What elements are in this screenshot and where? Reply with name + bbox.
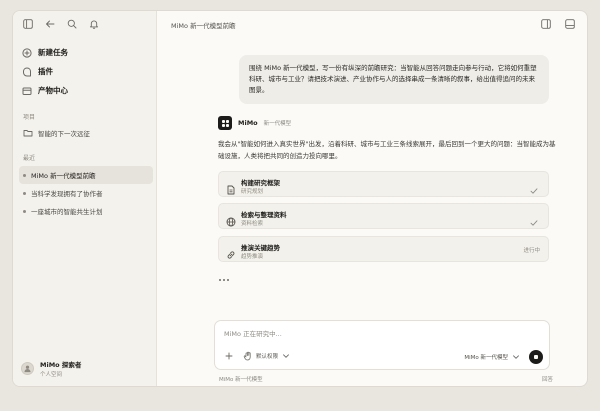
mimo-logo-icon: [218, 116, 232, 130]
recent-label: 最近: [23, 155, 36, 162]
composer-options: 默认权限: [224, 351, 291, 361]
project-item-label: 智能的下一次远征: [38, 130, 90, 138]
step-status: 进行中: [523, 248, 540, 254]
agent-name: MiMo: [238, 119, 258, 127]
user-icon: [24, 365, 31, 373]
hand-icon: [243, 351, 253, 361]
agent-model: 新一代模型: [263, 121, 292, 127]
model-label: MiMo 新一代模型: [464, 355, 508, 361]
nav-new-task-label: 新建任务: [38, 48, 68, 57]
projects-label: 项目: [23, 114, 36, 121]
footer-right: 回答: [541, 377, 553, 383]
side-panel-icon[interactable]: [541, 19, 551, 29]
sidebar: 新建任务 插件 产物中心 项目 智能的下一次远征 最近 MiMo 新一代模型前瞻…: [13, 11, 157, 386]
user-role: 个人空间: [40, 372, 63, 378]
footer-model: MiMo 新一代模型: [219, 377, 263, 383]
new-task-icon: [22, 47, 32, 58]
agent-header: MiMo 新一代模型: [218, 116, 291, 130]
check-icon: [530, 212, 538, 226]
check-icon: [530, 180, 538, 194]
typing-indicator: [219, 279, 229, 281]
recent-item-label: 一座城市的智能共生计划: [31, 208, 103, 216]
recent-item-label: 当科学发现拥有了协作者: [31, 190, 103, 198]
app-window: 新建任务 插件 产物中心 项目 智能的下一次远征 最近 MiMo 新一代模型前瞻…: [12, 10, 588, 387]
permission-selector[interactable]: 默认权限: [243, 351, 291, 361]
user-message: 围绕 MiMo 新一代模型，写一份有纵深的前瞻研究：当智能从回答问题走向参与行动…: [239, 55, 549, 104]
main-panel: MiMo 新一代模型前瞻 围绕 MiMo 新一代模型，写一份有纵深的前瞻研究：当…: [157, 11, 587, 386]
step-subtitle: 研究规划: [241, 189, 264, 195]
nav-plugins[interactable]: 插件: [22, 62, 150, 81]
step-card[interactable]: 推演关键趋势 趋势推演 进行中: [218, 236, 549, 262]
artifact-icon: [22, 86, 32, 96]
bottom-panel-icon[interactable]: [565, 19, 575, 29]
bullet-icon: [23, 209, 26, 213]
plugin-icon: [22, 67, 32, 77]
stop-icon: [534, 355, 538, 359]
project-item[interactable]: 智能的下一次远征: [23, 128, 90, 138]
plus-icon[interactable]: [224, 351, 234, 361]
step-title: 构建研究框架: [241, 179, 280, 187]
recent-item-label: MiMo 新一代模型前瞻: [31, 172, 96, 180]
sidebar-toggle-icon[interactable]: [23, 19, 33, 29]
bullet-icon: [23, 173, 26, 177]
folder-icon: [23, 128, 33, 138]
recent-item[interactable]: 当科学发现拥有了协作者: [19, 184, 153, 202]
composer-actions: MiMo 新一代模型: [464, 350, 543, 364]
step-title: 推演关键趋势: [241, 244, 280, 252]
nav-new-task[interactable]: 新建任务: [22, 43, 150, 62]
link-icon: [226, 245, 236, 259]
step-subtitle: 资料检索: [241, 221, 264, 227]
agent-reply: 我会从"智能如何进入真实世界"出发，沿着科研、城市与工业三条线索展开，最后回到一…: [218, 140, 556, 160]
step-card[interactable]: 检索与整理资料 资料检索: [218, 203, 549, 229]
topbar-actions: [541, 19, 575, 29]
conversation-title: MiMo 新一代模型前瞻: [171, 22, 236, 30]
avatar: [21, 362, 34, 375]
sidebar-nav: 新建任务 插件 产物中心: [22, 43, 150, 100]
step-subtitle: 趋势推演: [241, 254, 264, 260]
user-name: MiMo 探索者: [40, 361, 82, 369]
recent-item[interactable]: MiMo 新一代模型前瞻: [19, 166, 153, 184]
globe-icon: [226, 212, 236, 227]
recent-item[interactable]: 一座城市的智能共生计划: [19, 202, 153, 220]
permission-label: 默认权限: [256, 354, 279, 360]
nav-artifacts-label: 产物中心: [38, 86, 68, 95]
step-title: 检索与整理资料: [241, 211, 287, 219]
composer: 默认权限 MiMo 新一代模型: [214, 320, 550, 370]
chevron-down-icon: [511, 352, 521, 362]
sidebar-toolbar: [23, 19, 99, 29]
user-profile[interactable]: MiMo 探索者 个人空间: [21, 359, 81, 378]
back-arrow-icon[interactable]: [45, 19, 55, 29]
chevron-down-icon: [281, 351, 291, 361]
document-icon: [226, 180, 236, 195]
stop-button[interactable]: [529, 350, 543, 364]
nav-artifacts[interactable]: 产物中心: [22, 81, 150, 100]
model-selector[interactable]: MiMo 新一代模型: [464, 352, 521, 362]
nav-plugins-label: 插件: [38, 67, 53, 76]
search-icon[interactable]: [67, 19, 77, 29]
bullet-icon: [23, 191, 26, 195]
top-bar: MiMo 新一代模型前瞻: [157, 11, 587, 37]
message-input[interactable]: [224, 327, 524, 341]
step-card[interactable]: 构建研究框架 研究规划: [218, 171, 549, 197]
recent-list: MiMo 新一代模型前瞻 当科学发现拥有了协作者 一座城市的智能共生计划: [19, 166, 153, 220]
bell-icon[interactable]: [89, 19, 99, 29]
